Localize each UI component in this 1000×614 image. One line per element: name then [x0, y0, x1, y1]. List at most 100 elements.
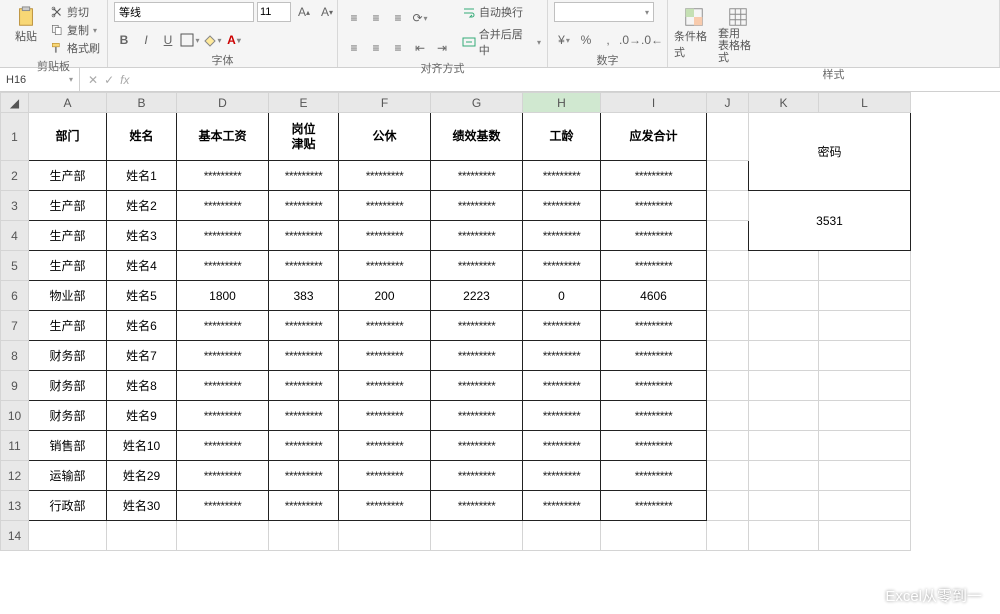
- cell[interactable]: *********: [177, 461, 269, 491]
- cell[interactable]: *********: [601, 491, 707, 521]
- cell[interactable]: [749, 251, 819, 281]
- cell[interactable]: [707, 221, 749, 251]
- cell[interactable]: [29, 521, 107, 551]
- bold-button[interactable]: B: [114, 30, 134, 50]
- cell[interactable]: *********: [269, 161, 339, 191]
- cell[interactable]: [749, 461, 819, 491]
- cell[interactable]: *********: [601, 251, 707, 281]
- cell[interactable]: [749, 521, 819, 551]
- cell[interactable]: [707, 341, 749, 371]
- cell[interactable]: [819, 431, 911, 461]
- currency-icon[interactable]: ¥▾: [554, 30, 574, 50]
- cell[interactable]: *********: [523, 371, 601, 401]
- cell[interactable]: *********: [431, 461, 523, 491]
- border-button[interactable]: ▾: [180, 30, 200, 50]
- cell[interactable]: *********: [177, 371, 269, 401]
- cell[interactable]: [707, 113, 749, 161]
- row-header[interactable]: 2: [1, 161, 29, 191]
- cell[interactable]: [819, 281, 911, 311]
- row-header[interactable]: 11: [1, 431, 29, 461]
- align-center-icon[interactable]: ≡: [366, 38, 386, 58]
- cell[interactable]: *********: [523, 461, 601, 491]
- grid[interactable]: ◢ A B D E F G H I J K L 1部门姓名基本工资岗位 津贴公休…: [0, 92, 911, 551]
- cell[interactable]: *********: [431, 191, 523, 221]
- cell[interactable]: *********: [523, 221, 601, 251]
- cell[interactable]: *********: [177, 221, 269, 251]
- cell[interactable]: *********: [177, 431, 269, 461]
- cell[interactable]: 生产部: [29, 251, 107, 281]
- cell[interactable]: *********: [431, 311, 523, 341]
- cell[interactable]: *********: [339, 371, 431, 401]
- cell[interactable]: 姓名10: [107, 431, 177, 461]
- cell[interactable]: [707, 191, 749, 221]
- cell[interactable]: *********: [431, 251, 523, 281]
- cell[interactable]: *********: [269, 371, 339, 401]
- merge-center-button[interactable]: 合并后居中▾: [462, 26, 541, 58]
- cell[interactable]: [431, 521, 523, 551]
- cell[interactable]: [707, 371, 749, 401]
- col-header[interactable]: J: [707, 93, 749, 113]
- cell[interactable]: [523, 521, 601, 551]
- indent-decrease-icon[interactable]: ⇤: [410, 38, 430, 58]
- cell[interactable]: [749, 311, 819, 341]
- align-middle-icon[interactable]: ≡: [366, 8, 386, 28]
- col-header[interactable]: D: [177, 93, 269, 113]
- cancel-icon[interactable]: ✕: [88, 73, 98, 87]
- row-header[interactable]: 1: [1, 113, 29, 161]
- cell[interactable]: *********: [523, 401, 601, 431]
- decrease-font-icon[interactable]: A▾: [317, 2, 337, 22]
- cell[interactable]: *********: [269, 461, 339, 491]
- cell[interactable]: 运输部: [29, 461, 107, 491]
- cell[interactable]: *********: [601, 401, 707, 431]
- increase-decimal-icon[interactable]: .0→: [620, 30, 640, 50]
- cell[interactable]: *********: [339, 221, 431, 251]
- cell[interactable]: *********: [177, 341, 269, 371]
- cell[interactable]: *********: [431, 371, 523, 401]
- row-header[interactable]: 12: [1, 461, 29, 491]
- cell[interactable]: *********: [601, 311, 707, 341]
- row-header[interactable]: 14: [1, 521, 29, 551]
- align-left-icon[interactable]: ≡: [344, 38, 364, 58]
- row-header[interactable]: 5: [1, 251, 29, 281]
- formula-input[interactable]: [137, 68, 1000, 91]
- cell[interactable]: *********: [431, 221, 523, 251]
- cell[interactable]: 行政部: [29, 491, 107, 521]
- cell[interactable]: 生产部: [29, 191, 107, 221]
- row-header[interactable]: 3: [1, 191, 29, 221]
- row-header[interactable]: 6: [1, 281, 29, 311]
- cell[interactable]: 公休: [339, 113, 431, 161]
- cell[interactable]: 生产部: [29, 311, 107, 341]
- cell[interactable]: *********: [269, 311, 339, 341]
- cell[interactable]: [707, 281, 749, 311]
- cell[interactable]: *********: [177, 491, 269, 521]
- wrap-text-button[interactable]: 自动换行: [462, 4, 541, 20]
- orientation-icon[interactable]: ⟳▾: [410, 8, 430, 28]
- percent-icon[interactable]: %: [576, 30, 596, 50]
- cell[interactable]: [819, 341, 911, 371]
- align-top-icon[interactable]: ≡: [344, 8, 364, 28]
- cell[interactable]: [707, 401, 749, 431]
- cell[interactable]: 3531: [749, 191, 911, 251]
- cell[interactable]: *********: [269, 251, 339, 281]
- row-header[interactable]: 13: [1, 491, 29, 521]
- cell[interactable]: 工龄: [523, 113, 601, 161]
- col-header[interactable]: A: [29, 93, 107, 113]
- cell[interactable]: 基本工资: [177, 113, 269, 161]
- table-format-button[interactable]: 套用 表格格式: [718, 2, 758, 64]
- cell[interactable]: *********: [339, 251, 431, 281]
- cell[interactable]: 200: [339, 281, 431, 311]
- cell[interactable]: 销售部: [29, 431, 107, 461]
- cell[interactable]: *********: [269, 491, 339, 521]
- cell[interactable]: 生产部: [29, 221, 107, 251]
- cell[interactable]: *********: [339, 431, 431, 461]
- cell[interactable]: 财务部: [29, 371, 107, 401]
- cell[interactable]: 姓名4: [107, 251, 177, 281]
- cell[interactable]: 姓名5: [107, 281, 177, 311]
- fx-icon[interactable]: fx: [120, 73, 129, 87]
- cell[interactable]: 2223: [431, 281, 523, 311]
- cell[interactable]: 密码: [749, 113, 911, 191]
- cell[interactable]: 姓名8: [107, 371, 177, 401]
- cell[interactable]: 部门: [29, 113, 107, 161]
- cell[interactable]: 姓名: [107, 113, 177, 161]
- cell[interactable]: 财务部: [29, 401, 107, 431]
